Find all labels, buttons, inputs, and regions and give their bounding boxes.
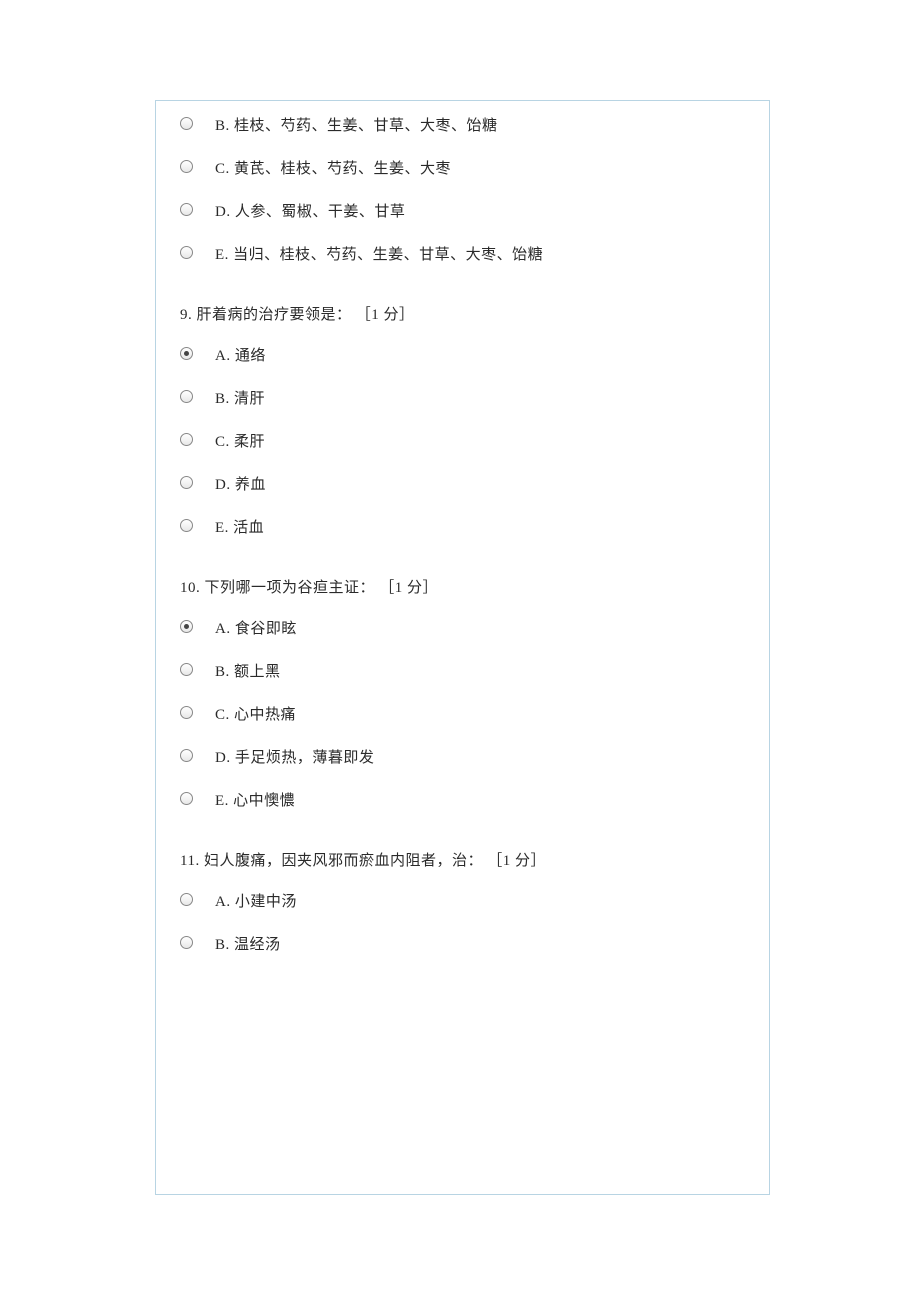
q10-option-d: D. 手足烦热，薄暮即发 [180, 751, 745, 766]
option-text: C. 黄芪、桂枝、芍药、生姜、大枣 [215, 162, 451, 177]
q8-option-d: D. 人参、蜀椒、干姜、甘草 [180, 205, 745, 220]
radio-icon[interactable] [180, 117, 193, 130]
option-text: E. 当归、桂枝、芍药、生姜、甘草、大枣、饴糖 [215, 248, 543, 263]
q9-option-c: C. 柔肝 [180, 435, 745, 450]
option-text: E. 心中懊憹 [215, 794, 295, 809]
question-title: 11. 妇人腹痛，因夹风邪而瘀血内阻者，治： ［1 分］ [180, 849, 745, 870]
quiz-container: B. 桂枝、芍药、生姜、甘草、大枣、饴糖 C. 黄芪、桂枝、芍药、生姜、大枣 D… [155, 100, 770, 1195]
option-text: A. 食谷即眩 [215, 622, 297, 637]
radio-icon[interactable] [180, 246, 193, 259]
question-points: ［1 分］ [379, 580, 438, 596]
question-points: ［1 分］ [356, 307, 415, 323]
question-number: 11. [180, 853, 200, 869]
question-points: ［1 分］ [487, 853, 546, 869]
radio-icon[interactable] [180, 390, 193, 403]
question-number: 10. [180, 580, 200, 596]
question-text: 妇人腹痛，因夹风邪而瘀血内阻者，治： [204, 853, 483, 869]
option-text: D. 手足烦热，薄暮即发 [215, 751, 374, 766]
radio-icon[interactable] [180, 476, 193, 489]
q9-option-d: D. 养血 [180, 478, 745, 493]
q10-option-c: C. 心中热痛 [180, 708, 745, 723]
option-text: B. 额上黑 [215, 665, 281, 680]
question-number: 9. [180, 307, 192, 323]
radio-selected-icon[interactable] [180, 347, 193, 360]
option-text: A. 小建中汤 [215, 895, 297, 910]
radio-icon[interactable] [180, 160, 193, 173]
option-text: D. 养血 [215, 478, 266, 493]
q9-option-b: B. 清肝 [180, 392, 745, 407]
radio-icon[interactable] [180, 663, 193, 676]
option-text: C. 心中热痛 [215, 708, 296, 723]
question-title: 10. 下列哪一项为谷疸主证： ［1 分］ [180, 576, 745, 597]
option-text: B. 温经汤 [215, 938, 281, 953]
question-text: 肝着病的治疗要领是： [197, 307, 352, 323]
q8-option-e: E. 当归、桂枝、芍药、生姜、甘草、大枣、饴糖 [180, 248, 745, 263]
radio-selected-icon[interactable] [180, 620, 193, 633]
radio-icon[interactable] [180, 749, 193, 762]
q11-option-b: B. 温经汤 [180, 938, 745, 953]
option-text: C. 柔肝 [215, 435, 265, 450]
question-9: 9. 肝着病的治疗要领是： ［1 分］ A. 通络 B. 清肝 C. 柔肝 D.… [180, 303, 745, 536]
radio-icon[interactable] [180, 893, 193, 906]
q8-option-c: C. 黄芪、桂枝、芍药、生姜、大枣 [180, 162, 745, 177]
radio-icon[interactable] [180, 519, 193, 532]
option-text: B. 桂枝、芍药、生姜、甘草、大枣、饴糖 [215, 119, 498, 134]
q10-option-e: E. 心中懊憹 [180, 794, 745, 809]
radio-icon[interactable] [180, 936, 193, 949]
question-text: 下列哪一项为谷疸主证： [205, 580, 376, 596]
q10-option-b: B. 额上黑 [180, 665, 745, 680]
question-10: 10. 下列哪一项为谷疸主证： ［1 分］ A. 食谷即眩 B. 额上黑 C. … [180, 576, 745, 809]
q9-option-e: E. 活血 [180, 521, 745, 536]
radio-icon[interactable] [180, 792, 193, 805]
option-text: B. 清肝 [215, 392, 265, 407]
radio-icon[interactable] [180, 203, 193, 216]
q9-option-a: A. 通络 [180, 349, 745, 364]
q10-option-a: A. 食谷即眩 [180, 622, 745, 637]
option-text: D. 人参、蜀椒、干姜、甘草 [215, 205, 405, 220]
q8-option-b: B. 桂枝、芍药、生姜、甘草、大枣、饴糖 [180, 119, 745, 134]
radio-icon[interactable] [180, 706, 193, 719]
option-text: A. 通络 [215, 349, 266, 364]
option-text: E. 活血 [215, 521, 264, 536]
q11-option-a: A. 小建中汤 [180, 895, 745, 910]
radio-icon[interactable] [180, 433, 193, 446]
question-title: 9. 肝着病的治疗要领是： ［1 分］ [180, 303, 745, 324]
question-11: 11. 妇人腹痛，因夹风邪而瘀血内阻者，治： ［1 分］ A. 小建中汤 B. … [180, 849, 745, 953]
